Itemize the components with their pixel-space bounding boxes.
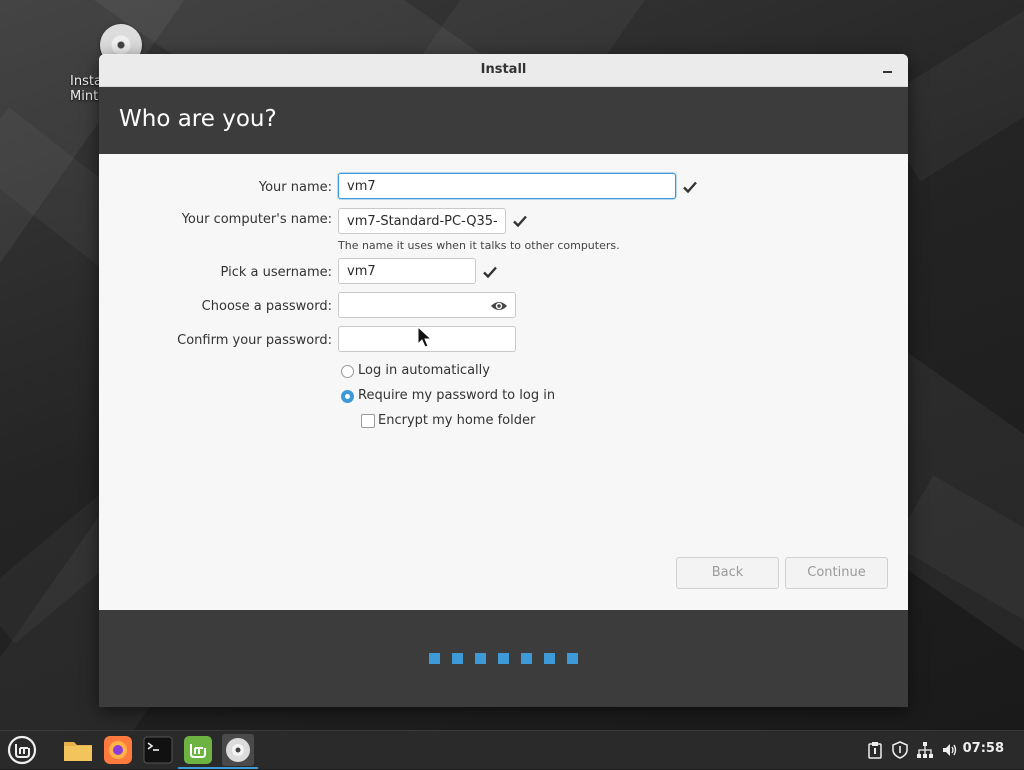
progress-footer	[99, 610, 908, 707]
window-title: Install	[480, 62, 527, 77]
page-header: Who are you?	[99, 87, 908, 154]
taskbar: 07:58	[0, 730, 1024, 769]
name-label: Your name:	[258, 180, 332, 195]
require-password-radio[interactable]	[341, 390, 354, 403]
progress-step-dot	[567, 653, 578, 664]
computer-name-valid-check-icon	[512, 213, 528, 229]
show-password-eye-icon[interactable]	[490, 299, 508, 313]
user-form: Your name: Your computer's name: The nam…	[99, 154, 908, 611]
progress-step-dot	[452, 653, 463, 664]
progress-step-dot	[521, 653, 532, 664]
installer-icon[interactable]	[218, 734, 258, 769]
title-bar[interactable]: Install	[99, 54, 908, 87]
username-input[interactable]	[338, 258, 476, 284]
login-automatically-radio[interactable]	[341, 365, 354, 378]
volume-icon[interactable]	[941, 741, 959, 759]
page-title: Who are you?	[119, 106, 277, 132]
wallpaper-shard	[893, 475, 1024, 645]
name-input[interactable]	[338, 173, 676, 199]
terminal-icon[interactable]	[142, 734, 174, 766]
computer-name-label: Your computer's name:	[181, 212, 332, 227]
username-label: Pick a username:	[220, 265, 332, 280]
shield-icon[interactable]	[891, 741, 909, 759]
computer-name-hint: The name it uses when it talks to other …	[338, 239, 620, 252]
clipboard-icon[interactable]	[866, 741, 884, 759]
password-label: Choose a password:	[201, 299, 332, 314]
username-valid-check-icon	[482, 264, 498, 280]
require-password-label[interactable]: Require my password to log in	[358, 388, 555, 403]
name-valid-check-icon	[682, 179, 698, 195]
encrypt-home-label[interactable]: Encrypt my home folder	[378, 413, 535, 428]
minimize-button[interactable]	[880, 62, 896, 78]
firefox-icon[interactable]	[102, 734, 134, 766]
progress-step-dot	[429, 653, 440, 664]
files-icon[interactable]	[62, 734, 94, 766]
mouse-pointer-icon	[417, 326, 433, 348]
progress-step-dot	[498, 653, 509, 664]
back-button[interactable]: Back	[676, 557, 779, 589]
mint-menu-icon[interactable]	[6, 734, 38, 766]
mint-welcome-icon[interactable]	[178, 734, 218, 769]
computer-name-input[interactable]	[338, 208, 506, 234]
installer-window: Install Who are you? Your name: Your com…	[99, 54, 908, 707]
progress-step-dot	[544, 653, 555, 664]
progress-step-dot	[475, 653, 486, 664]
confirm-password-label: Confirm your password:	[177, 333, 332, 348]
encrypt-home-checkbox[interactable]	[361, 414, 375, 428]
clock[interactable]: 07:58	[963, 741, 1004, 756]
network-icon[interactable]	[916, 741, 934, 759]
login-automatically-label[interactable]: Log in automatically	[358, 363, 490, 378]
continue-button[interactable]: Continue	[785, 557, 888, 589]
